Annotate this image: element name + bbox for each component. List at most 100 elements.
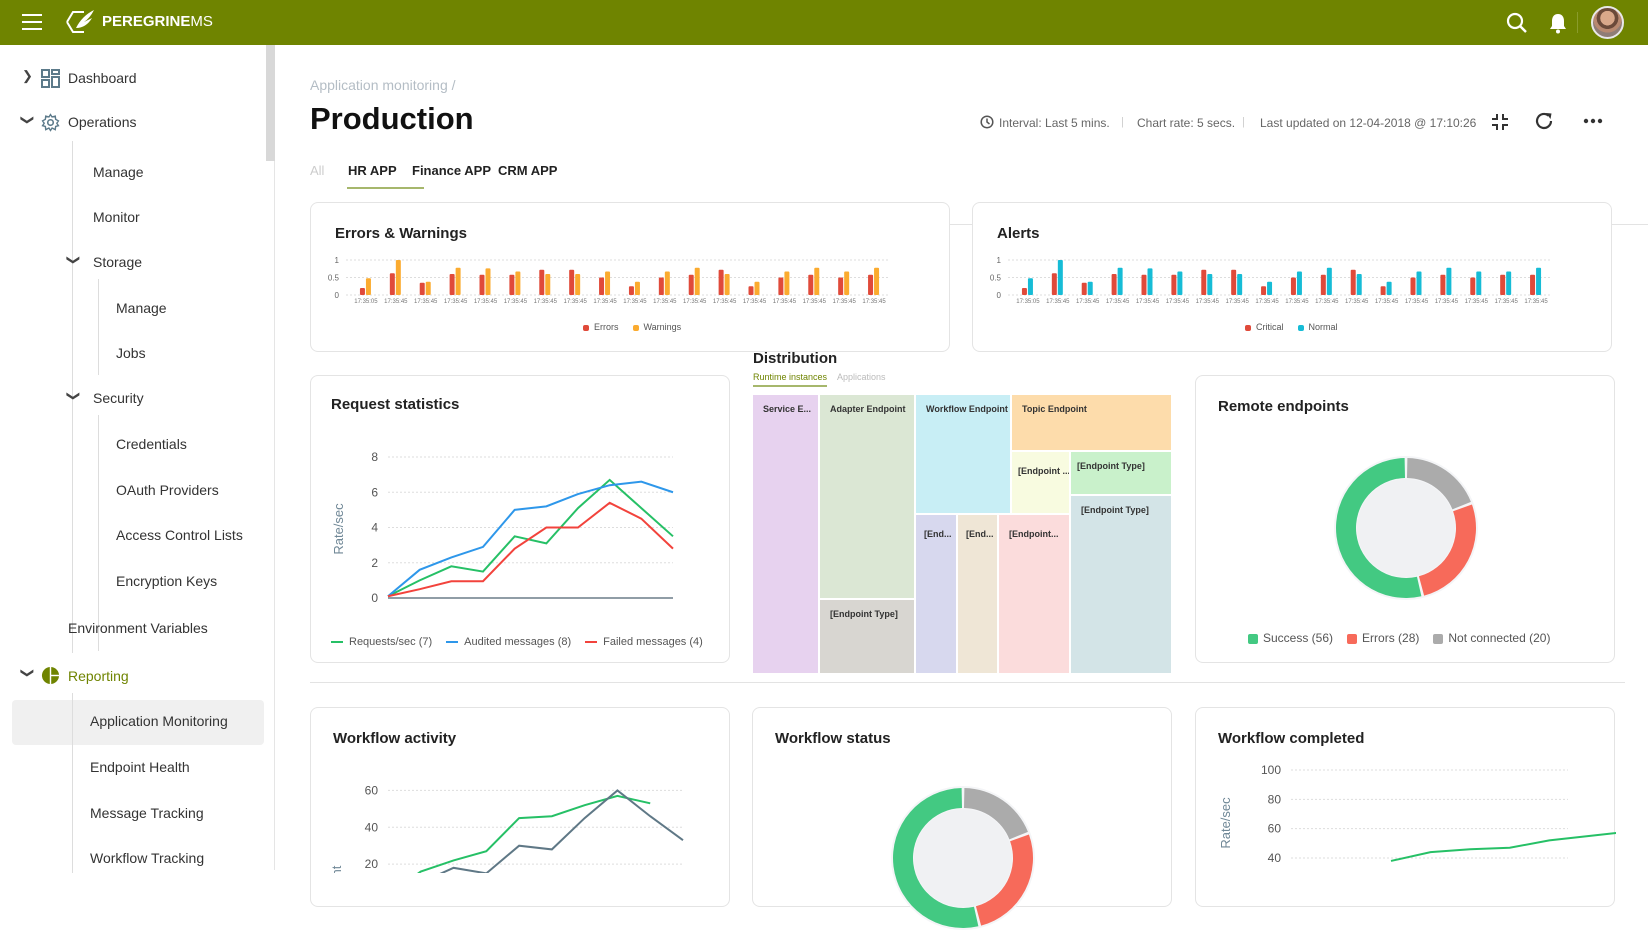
- card-title: Remote endpoints: [1218, 398, 1349, 415]
- breadcrumb[interactable]: Application monitoring /: [310, 77, 456, 93]
- legend-normal[interactable]: Normal: [1297, 322, 1338, 332]
- sidebar-item-environment-variables[interactable]: Environment Variables: [68, 620, 208, 636]
- sidebar-item-credentials[interactable]: Credentials: [116, 436, 187, 452]
- legend-critical[interactable]: Critical: [1245, 322, 1284, 332]
- x-tick-label: 17:35:45: [1166, 299, 1190, 305]
- menu-icon[interactable]: [22, 14, 42, 30]
- sidebar-item-endpoint-health[interactable]: Endpoint Health: [90, 759, 190, 775]
- sidebar-item-monitor[interactable]: Monitor: [93, 209, 140, 225]
- bar: [1231, 269, 1237, 295]
- tab-applications[interactable]: Applications: [837, 372, 886, 382]
- bar: [1350, 269, 1356, 295]
- chevron-down-icon[interactable]: ❯: [65, 255, 81, 266]
- bar: [778, 277, 784, 295]
- peregrine-logo-icon: [66, 10, 94, 33]
- sidebar-item-access-control-lists[interactable]: Access Control Lists: [116, 527, 243, 543]
- treemap-cell[interactable]: [Endpoint Type]: [1071, 496, 1171, 673]
- legend-not-connected[interactable]: Not connected (20): [1433, 631, 1550, 645]
- sidebar-item-security[interactable]: Security: [93, 390, 144, 406]
- bell-icon[interactable]: [1546, 11, 1570, 35]
- sidebar-item-oauth-providers[interactable]: OAuth Providers: [116, 482, 219, 498]
- x-tick-label: 17:35:45: [444, 299, 468, 305]
- legend-label: Success (56): [1263, 631, 1334, 645]
- logo[interactable]: PEREGRINEMS: [64, 8, 213, 34]
- sidebar-item-dashboard[interactable]: Dashboard: [68, 70, 137, 86]
- y-tick-label: 0: [335, 291, 340, 300]
- y-tick-label: 1: [997, 256, 1002, 265]
- bar: [365, 278, 371, 295]
- legend-errors[interactable]: Errors: [583, 322, 619, 332]
- chevron-right-icon[interactable]: ❯: [22, 68, 33, 84]
- sidebar-item-operations[interactable]: Operations: [68, 114, 136, 130]
- bar: [539, 269, 545, 295]
- treemap-cell[interactable]: Workflow Endpoint: [916, 395, 1010, 513]
- bar: [1087, 281, 1093, 295]
- x-tick-label: 17:35:45: [534, 299, 558, 305]
- y-tick-label: 40: [365, 820, 379, 834]
- y-tick-label: 100: [1261, 763, 1281, 777]
- legend-audited[interactable]: Audited messages (8): [446, 636, 571, 648]
- chevron-down-icon[interactable]: ❯: [19, 115, 35, 126]
- avatar[interactable]: [1591, 6, 1624, 39]
- bar: [1171, 274, 1177, 295]
- card-title: Workflow completed: [1218, 730, 1365, 747]
- workflow-status-card: Workflow status: [752, 707, 1172, 930]
- legend-label: Warnings: [643, 322, 682, 332]
- treemap-cell[interactable]: [Endpoint Type]: [820, 600, 914, 673]
- legend-failed[interactable]: Failed messages (4): [585, 636, 703, 648]
- bar: [844, 271, 850, 295]
- alerts-chart: 0 0.5 1 17:35:05 17:35:45 17:35:45 17:35:45 17:…: [990, 256, 1551, 305]
- sidebar-item-workflow-tracking[interactable]: Workflow Tracking: [90, 850, 204, 866]
- chevron-down-icon[interactable]: ❯: [65, 391, 81, 402]
- sidebar-item-application-monitoring[interactable]: Application Monitoring: [90, 713, 228, 729]
- tab-crm-app[interactable]: CRM APP: [498, 163, 557, 178]
- collapse-icon[interactable]: [1491, 113, 1509, 131]
- legend-warnings[interactable]: Warnings: [632, 322, 682, 332]
- last-updated-label: Last updated on 12-04-2018 @ 17:10:26: [1260, 116, 1477, 130]
- treemap-cell[interactable]: [Endpoint ...: [1012, 452, 1069, 513]
- sidebar-item-reporting[interactable]: Reporting: [68, 668, 129, 684]
- sidebar-item-message-tracking[interactable]: Message Tracking: [90, 805, 204, 821]
- bar: [1147, 268, 1153, 295]
- treemap-cell[interactable]: Topic Endpoint: [1012, 395, 1171, 450]
- sidebar-item-manage[interactable]: Manage: [93, 164, 144, 180]
- sidebar-item-storage[interactable]: Storage: [93, 254, 142, 270]
- treemap-cell[interactable]: [End...: [916, 515, 956, 673]
- tree-line: [98, 415, 99, 651]
- treemap-cell[interactable]: [Endpoint...: [999, 515, 1069, 673]
- more-icon[interactable]: [1583, 117, 1603, 125]
- workflow-activity-card: Workflow activity 20 40 60 Count: [310, 707, 730, 907]
- gear-icon: [41, 113, 60, 132]
- treemap-cell[interactable]: [End...: [958, 515, 997, 673]
- treemap-cell[interactable]: Adapter Endpoint: [820, 395, 914, 598]
- tab-runtime-instances[interactable]: Runtime instances: [753, 372, 828, 387]
- search-icon[interactable]: [1505, 11, 1529, 35]
- tab-finance-app[interactable]: Finance APP: [412, 163, 491, 178]
- refresh-icon[interactable]: [1533, 110, 1555, 132]
- sidebar-scrollbar[interactable]: [266, 45, 275, 161]
- sidebar-item-storage-manage[interactable]: Manage: [116, 300, 167, 316]
- bar: [1500, 274, 1506, 295]
- bar: [1051, 273, 1057, 295]
- workflow-status-donut: [891, 786, 1035, 930]
- sidebar-item-encryption-keys[interactable]: Encryption Keys: [116, 573, 217, 589]
- chevron-down-icon[interactable]: ❯: [19, 668, 35, 679]
- tab-hr-app[interactable]: HR APP: [348, 163, 397, 178]
- brand-light: MS: [190, 12, 213, 30]
- sidebar-item-jobs[interactable]: Jobs: [116, 345, 146, 361]
- pie-chart-icon: [41, 666, 60, 685]
- legend-label: Requests/sec (7): [349, 636, 433, 648]
- bar: [1356, 274, 1362, 295]
- bar: [808, 274, 814, 295]
- bar: [1027, 278, 1033, 295]
- chart-legend: Success (56) Errors (28) Not connected (…: [1248, 631, 1550, 645]
- legend-errors[interactable]: Errors (28): [1347, 631, 1419, 645]
- legend-label: Critical: [1256, 322, 1284, 332]
- treemap-cell[interactable]: [Endpoint Type]: [1071, 452, 1171, 494]
- interval-label: Interval: Last 5 mins.: [999, 116, 1110, 130]
- active-tab-indicator: [347, 187, 424, 189]
- legend-success[interactable]: Success (56): [1248, 631, 1333, 645]
- tab-all[interactable]: All: [310, 163, 324, 178]
- treemap-cell[interactable]: Service E...: [753, 395, 818, 673]
- legend-requests[interactable]: Requests/sec (7): [331, 636, 432, 648]
